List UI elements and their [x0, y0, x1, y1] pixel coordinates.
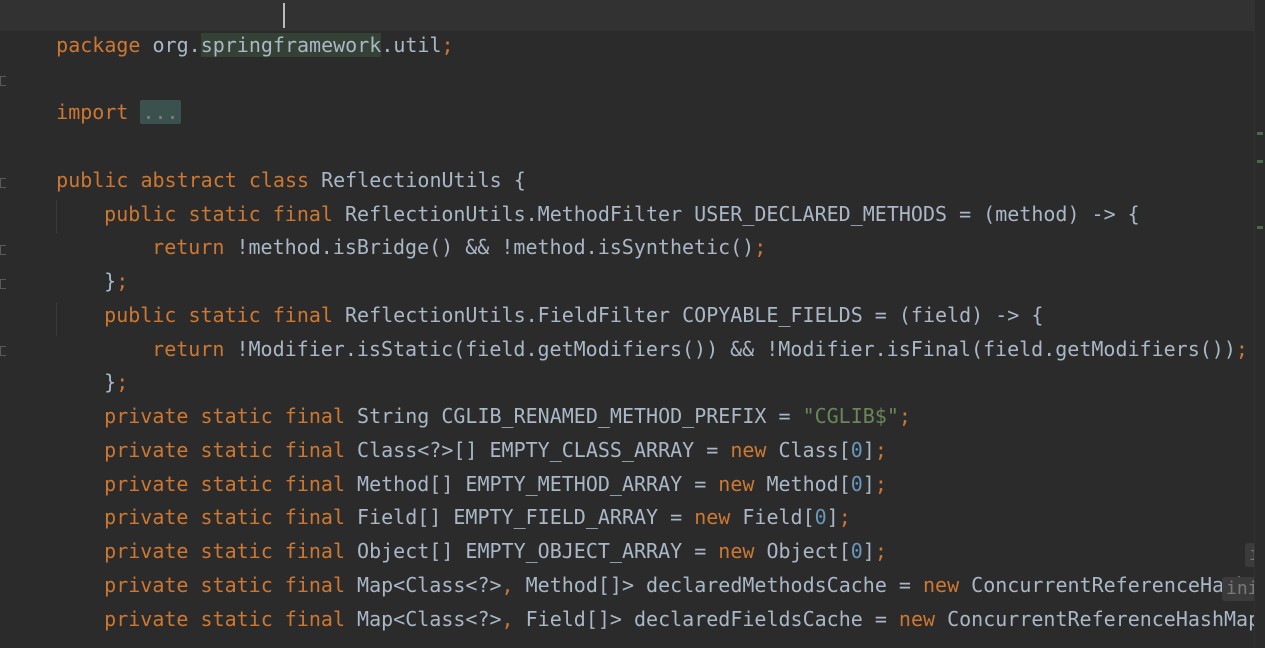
code-text: ConcurrentReferenceHashMap(	[935, 607, 1265, 631]
fold-marker-icon[interactable]	[0, 245, 6, 255]
code-line[interactable]: private static final Map<Class<?>, Field…	[56, 574, 1265, 631]
code-text: ]	[862, 472, 875, 496]
code-line[interactable]: };	[56, 337, 128, 394]
fold-marker-icon[interactable]	[0, 76, 6, 86]
code-line[interactable]: private static final Method[] EMPTY_METH…	[56, 439, 887, 496]
code-line[interactable]: private static final String CGLIB_RENAME…	[56, 371, 911, 428]
code-line[interactable]: public static final ReflectionUtils.Meth…	[56, 169, 1140, 226]
code-line-import[interactable]: import ...	[8, 67, 181, 124]
keyword-new: new	[898, 607, 936, 631]
code-line[interactable]: return !method.isBridge() && !method.isS…	[104, 202, 766, 259]
fold-marker-icon[interactable]	[0, 279, 6, 289]
search-highlight: springframework	[200, 33, 382, 57]
code-line[interactable]: private static final Field[] EMPTY_FIELD…	[56, 472, 851, 529]
stripe-marker[interactable]	[1257, 132, 1263, 135]
code-line-package[interactable]: package org.springframework.util;	[8, 0, 454, 57]
keyword: import	[56, 100, 129, 124]
code-text: Field[]> declaredFieldsCache =	[513, 607, 899, 631]
code-line[interactable]: private static final Class<?>[] EMPTY_CL…	[56, 405, 887, 462]
keyword: return	[152, 235, 225, 259]
semicolon: ;	[898, 404, 911, 428]
code-line[interactable]: public static final ReflectionUtils.Fiel…	[56, 270, 1043, 327]
code-line-class[interactable]: public abstract class ReflectionUtils {	[8, 135, 526, 192]
semicolon: ;	[874, 472, 887, 496]
stripe-marker[interactable]	[1257, 160, 1263, 163]
code-line[interactable]: private static final Object[] EMPTY_OBJE…	[56, 506, 887, 563]
keyword: return	[152, 337, 225, 361]
fold-marker-icon[interactable]	[0, 178, 6, 188]
code-text: !method.isBridge() && !method.isSyntheti…	[224, 235, 755, 259]
keyword: package	[56, 33, 141, 57]
comma: ,	[501, 607, 514, 631]
semicolon: ;	[754, 235, 767, 259]
error-stripe-scrollbar[interactable]	[1254, 0, 1265, 648]
code-editor[interactable]: package org.springframework.util; import…	[0, 0, 1265, 648]
code-line[interactable]: return !Modifier.isStatic(field.getModif…	[104, 304, 1248, 361]
fold-marker-icon[interactable]	[0, 346, 6, 356]
number-literal: 0	[850, 472, 863, 496]
code-line[interactable]: };	[56, 236, 128, 293]
code-text: Map<Class<?>	[345, 607, 502, 631]
import-fold-toggle[interactable]: ...	[140, 100, 181, 124]
keyword: private static final	[104, 607, 345, 631]
semicolon: ;	[441, 33, 454, 57]
package-name-suffix: .util	[381, 33, 442, 57]
stripe-marker[interactable]	[1257, 226, 1263, 229]
text-caret	[283, 3, 285, 28]
code-line[interactable]: private static final Map<Class<?>, Metho…	[56, 540, 1265, 597]
code-text: !Modifier.isStatic(field.getModifiers())…	[224, 337, 1236, 361]
semicolon: ;	[1235, 337, 1248, 361]
package-name-prefix: org.	[140, 33, 201, 57]
